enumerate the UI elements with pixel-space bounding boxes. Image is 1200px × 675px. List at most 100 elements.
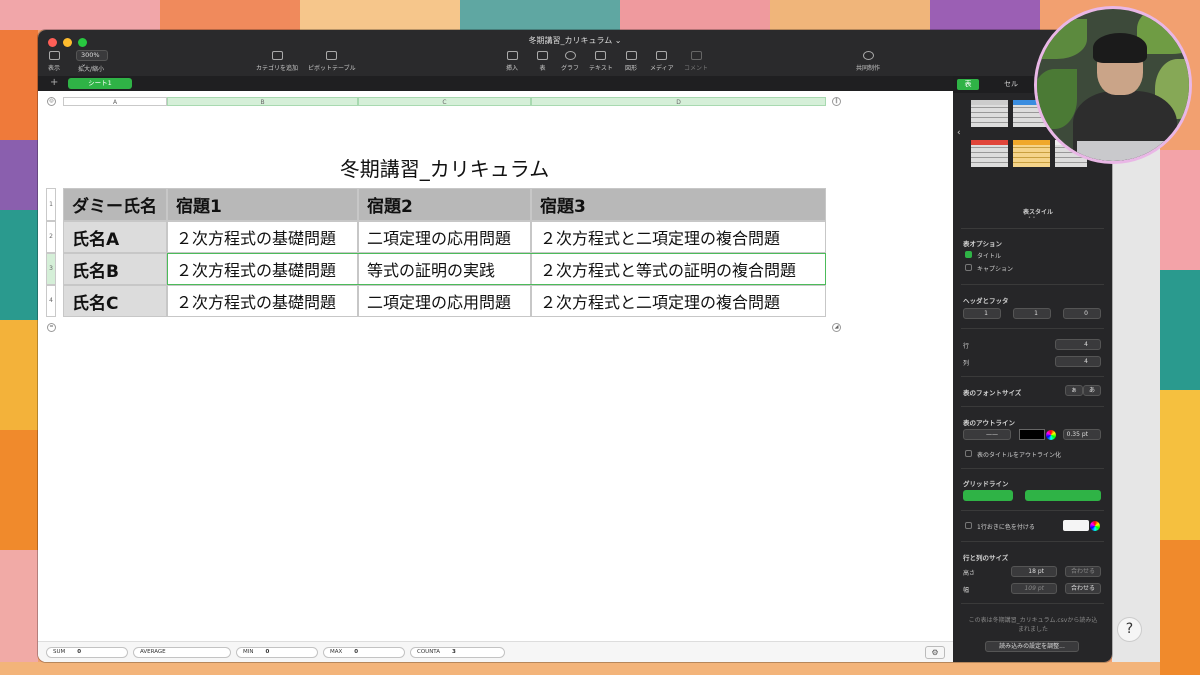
header-cell-name[interactable]: ダミー氏名 [63,188,167,221]
header-cell-hw3[interactable]: 宿題3 [531,188,826,221]
table-cell[interactable]: 氏名C [63,285,167,317]
tab-table[interactable]: 表 [957,79,979,90]
pivot-table-button[interactable]: ピボットテーブル [308,51,356,72]
add-category-button[interactable]: カテゴリを追加 [256,51,298,72]
sum-summary[interactable]: SUM 0 [46,647,128,658]
columns-stepper[interactable]: 4 [1055,356,1101,367]
header-rows-select[interactable]: 1 [963,308,1001,319]
table-cell[interactable]: ２次方程式と二項定理の複合問題 [531,221,826,253]
row-height-field[interactable]: 18 pt [1011,566,1057,577]
footer-rows-select[interactable]: 0 [1063,308,1101,319]
import-note: この表は冬期講習_カリキュラム.csvから読み込まれました [968,617,1098,633]
outline-color-well[interactable] [1019,429,1045,440]
column-header-a[interactable]: A [63,97,167,106]
color-wheel-icon[interactable] [1046,430,1056,440]
columns-label: 列 [963,360,970,367]
row-column-size-title: 行と列のサイズ [963,554,1009,562]
row-header-3[interactable]: 3 [46,253,56,285]
header-columns-select[interactable]: 1 [1013,308,1051,319]
outline-width-field[interactable]: 0.35 pt [1063,429,1101,440]
outline-title: 表のアウトライン [963,419,1015,427]
add-column-handle[interactable]: ‖ [832,97,841,106]
import-settings-button[interactable]: 読み込みの設定を調整... [985,641,1079,652]
table-cell[interactable]: ２次方程式と等式の証明の複合問題 [531,253,826,285]
tab-cell[interactable]: セル [999,79,1023,90]
divider [961,603,1104,604]
insert-button[interactable]: 挿入 [506,51,518,72]
column-header-d[interactable]: D [531,97,826,106]
plant-leaf [1037,19,1087,59]
table-cell[interactable]: ２次方程式と二項定理の複合問題 [531,285,826,317]
add-sheet-button[interactable]: + [50,77,58,88]
font-smaller-button[interactable]: ぁ [1065,385,1083,396]
divider [961,228,1104,229]
table-cell[interactable]: 二項定理の応用問題 [358,221,531,253]
gridlines-horizontal-toggle[interactable] [963,490,1013,501]
row-header-1[interactable]: 1 [46,188,56,221]
insert-icon [506,51,518,60]
collaborate-button[interactable]: 共同制作 [856,51,880,72]
view-button[interactable]: 表示 [48,51,60,72]
title-checkbox[interactable] [965,251,972,258]
row-header-2[interactable]: 2 [46,221,56,253]
shape-button[interactable]: 図形 [625,51,637,72]
column-width-field[interactable]: 109 pt [1011,583,1057,594]
plant-leaf [1037,69,1077,129]
table-style-1[interactable] [971,100,1008,127]
rows-stepper[interactable]: 4 [1055,339,1101,350]
width-label: 幅 [963,587,970,594]
outline-title-checkbox[interactable] [965,450,972,457]
table-style-5[interactable] [1013,140,1050,167]
header-cell-hw1[interactable]: 宿題1 [167,188,358,221]
alternate-rows-label: 1行おきに色を付ける [977,524,1035,531]
chart-button[interactable]: グラフ [561,51,579,72]
comment-button[interactable]: コメント [684,51,708,72]
divider [961,284,1104,285]
table-select-handle[interactable]: ◎ [47,97,56,106]
status-bar: SUM 0 AVERAGE MIN 0 MAX 0 COUNTA 3 ⚙ [38,641,953,662]
sheet-canvas[interactable]: ◎ A B C D ‖ 1 2 3 4 = ◢ 冬期講習_カリキュラム ダミー氏… [38,91,953,641]
max-summary[interactable]: MAX 0 [323,647,405,658]
table-cell[interactable]: 二項定理の応用問題 [358,285,531,317]
outline-title-option-label: 表のタイトルをアウトライン化 [977,452,1062,459]
font-larger-button[interactable]: あ [1083,385,1101,396]
chevron-left-icon[interactable]: ‹ [957,128,961,138]
row-header-4[interactable]: 4 [46,285,56,317]
alternate-rows-checkbox[interactable] [965,522,972,529]
help-button[interactable]: ? [1117,617,1142,642]
color-wheel-icon[interactable] [1090,521,1100,531]
counta-summary[interactable]: COUNTA 3 [410,647,505,658]
table-cell[interactable]: ２次方程式の基礎問題 [167,285,358,317]
table-cell[interactable]: 等式の証明の実践 [358,253,531,285]
average-summary[interactable]: AVERAGE [133,647,231,658]
document-title[interactable]: 冬期講習_カリキュラム ⌄ [38,35,1112,46]
column-header-b[interactable]: B [167,97,358,106]
gridlines-vertical-toggle[interactable] [1025,490,1101,501]
page-dots: • • [1028,215,1036,221]
alternate-row-color-well[interactable] [1063,520,1089,531]
table-style-4[interactable] [971,140,1008,167]
table-button[interactable]: 表 [537,51,548,72]
sheet-tab-1[interactable]: シート1 [68,78,132,89]
table-cell[interactable]: 氏名B [63,253,167,285]
gear-icon[interactable]: ⚙ [925,646,945,659]
text-button[interactable]: テキスト [589,51,613,72]
divider [961,541,1104,542]
outline-style-select[interactable]: —— [963,429,1011,440]
resize-table-handle[interactable]: ◢ [832,323,841,332]
fit-width-button[interactable]: 合わせる [1065,583,1101,594]
column-header-c[interactable]: C [358,97,531,106]
table-title[interactable]: 冬期講習_カリキュラム [63,153,826,182]
font-size-label: 表のフォントサイズ [963,389,1022,397]
divider [961,510,1104,511]
table-cell[interactable]: ２次方程式の基礎問題 [167,253,358,285]
header-cell-hw2[interactable]: 宿題2 [358,188,531,221]
media-button[interactable]: メディア [650,51,674,72]
add-row-handle[interactable]: = [47,323,56,332]
min-summary[interactable]: MIN 0 [236,647,318,658]
caption-checkbox[interactable] [965,264,972,271]
table-cell[interactable]: 氏名A [63,221,167,253]
fit-height-button[interactable]: 合わせる [1065,566,1101,577]
table-cell[interactable]: ２次方程式の基礎問題 [167,221,358,253]
divider [961,468,1104,469]
